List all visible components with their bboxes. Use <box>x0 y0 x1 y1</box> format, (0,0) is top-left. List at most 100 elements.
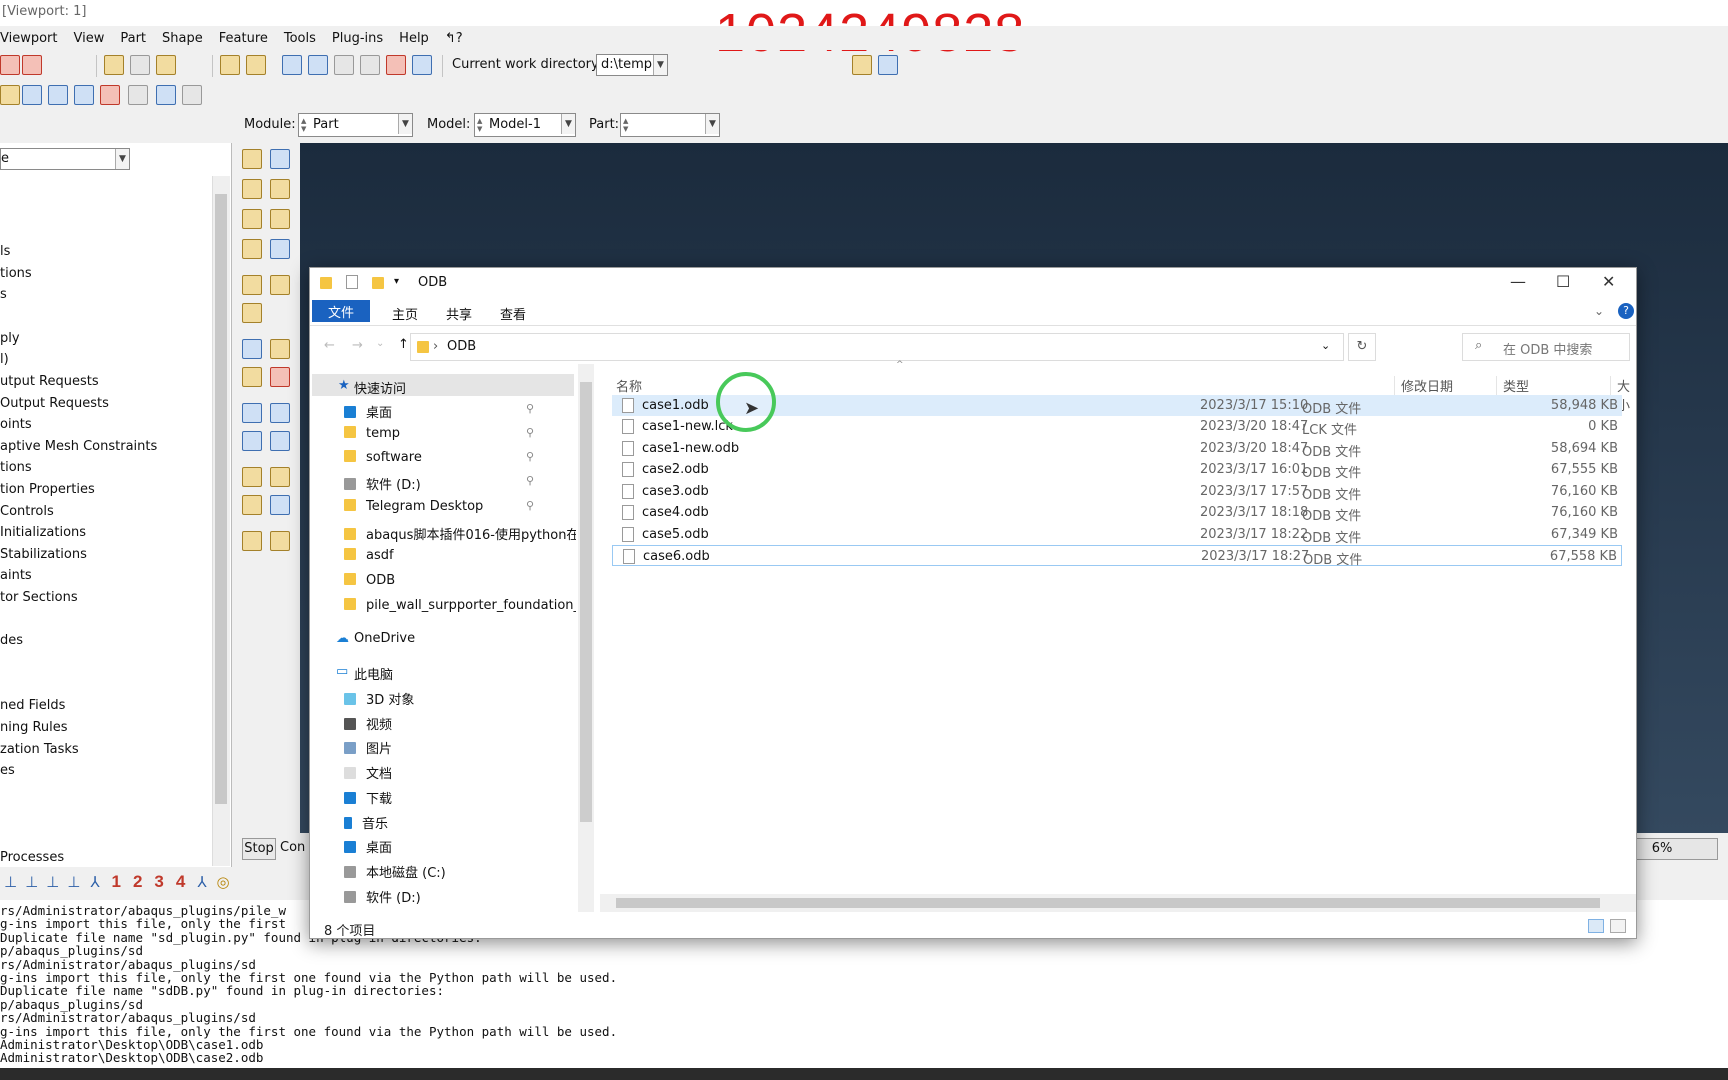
fit-view-icon[interactable] <box>386 55 406 75</box>
tree-item[interactable]: s <box>0 287 7 302</box>
revolve-icon[interactable] <box>270 179 290 199</box>
view-zx-icon[interactable]: ⊥ <box>67 873 80 891</box>
address-bar[interactable]: › ODB ⌄ <box>410 333 1344 361</box>
tab-view[interactable]: 查看 <box>488 302 538 325</box>
tree-item[interactable]: Processes <box>0 850 64 865</box>
export-icon[interactable] <box>22 55 42 75</box>
tools-icon[interactable] <box>270 495 290 515</box>
tree-item[interactable]: tions <box>0 266 32 281</box>
nav-item-downloads[interactable]: 下载 <box>344 788 392 807</box>
menu-shape[interactable]: Shape <box>154 31 211 46</box>
cut-icon[interactable] <box>270 209 290 229</box>
ribbon-expand-icon[interactable]: ⌄ <box>1594 304 1604 318</box>
triad-xyz-icon[interactable]: ⊥ <box>4 873 17 891</box>
menu-view[interactable]: View <box>66 31 113 46</box>
round-icon[interactable] <box>242 275 262 295</box>
tree-item[interactable]: Initializations <box>0 525 86 540</box>
model-select[interactable]: ▲ ▼ Model-1 ▼ <box>474 113 576 137</box>
menu-feature[interactable]: Feature <box>211 31 276 46</box>
file-row[interactable]: case4.odb 2023/3/17 18:18 ODB 文件 76,160 KB <box>612 502 1622 524</box>
file-row[interactable]: case1-new.odb 2023/3/20 18:47 ODB 文件 58,694… <box>612 438 1622 460</box>
part-select[interactable]: ▲ ▼ ▼ <box>620 113 720 137</box>
grid-list-icon[interactable] <box>182 85 202 105</box>
table-icon[interactable] <box>22 85 42 105</box>
query-icon[interactable] <box>0 85 20 105</box>
box-zoom-icon[interactable] <box>360 55 380 75</box>
nav-item-temp[interactable]: temp <box>344 426 400 441</box>
view-yz-icon[interactable]: ⊥ <box>46 873 59 891</box>
menu-tools[interactable]: Tools <box>276 31 324 46</box>
nav-item-documents[interactable]: 文档 <box>344 763 392 782</box>
shell-icon[interactable] <box>242 209 262 229</box>
search-input[interactable]: ⌕ 在 ODB 中搜索 <box>1462 333 1630 361</box>
view-shaded-icon[interactable] <box>156 55 176 75</box>
refresh-icon[interactable]: ↻ <box>1348 333 1376 361</box>
pin-icon[interactable]: ⚲ <box>526 450 534 463</box>
nav-item-software[interactable]: software <box>344 450 422 465</box>
nav-item-abaqus-plugin[interactable]: abaqus脚本插件016-使用python在任意 <box>344 524 576 543</box>
list-icon[interactable] <box>156 85 176 105</box>
properties-icon[interactable] <box>346 275 358 289</box>
tree-item[interactable]: aints <box>0 568 32 583</box>
tree-toggle-icon[interactable] <box>852 55 872 75</box>
view-iso-icon[interactable] <box>104 55 124 75</box>
nav-item-telegram[interactable]: Telegram Desktop <box>344 499 483 514</box>
view-2-button[interactable]: 2 <box>133 872 142 892</box>
convert-icon[interactable] <box>270 531 290 551</box>
tree-item[interactable]: l) <box>0 352 9 367</box>
new-folder-icon[interactable] <box>372 277 384 289</box>
part-manager-icon[interactable] <box>270 149 290 169</box>
tree-item[interactable]: aptive Mesh Constraints <box>0 439 157 454</box>
tree-item[interactable]: ning Rules <box>0 720 68 735</box>
render-style-icon[interactable]: ◎ <box>217 873 230 891</box>
upload-icon[interactable] <box>0 55 20 75</box>
continue-button[interactable]: Con <box>280 838 310 860</box>
tree-item[interactable]: tions <box>0 460 32 475</box>
cwd-select[interactable]: d:\temp ▼ <box>596 54 668 76</box>
nav-item-3d-objects[interactable]: 3D 对象 <box>344 689 414 708</box>
horizontal-scroll-thumb[interactable] <box>616 898 1600 908</box>
tree-item[interactable]: Controls <box>0 504 54 519</box>
extrude-icon[interactable] <box>242 179 262 199</box>
nav-scroll-thumb[interactable] <box>580 382 592 822</box>
repair-icon[interactable] <box>242 531 262 551</box>
nav-item-odb[interactable]: ODB <box>344 573 395 588</box>
nav-item-music[interactable]: 音乐 <box>344 813 388 832</box>
back-icon[interactable]: ← <box>324 338 335 353</box>
view-iso-triad-icon[interactable]: ⅄ <box>90 873 99 891</box>
large-icons-view-icon[interactable] <box>1610 919 1626 933</box>
pointer-icon[interactable] <box>128 85 148 105</box>
tree-item[interactable]: ls <box>0 244 10 259</box>
partition-icon[interactable] <box>270 239 290 259</box>
menu-part[interactable]: Part <box>112 31 154 46</box>
zoom-icon[interactable] <box>334 55 354 75</box>
triad-icon[interactable] <box>270 431 290 451</box>
xyz-icon[interactable] <box>242 403 262 423</box>
tree-scroll-thumb[interactable] <box>215 194 227 804</box>
view-1-button[interactable]: 1 <box>111 872 120 892</box>
tree-item[interactable]: ply <box>0 331 20 346</box>
breadcrumb-odb[interactable]: ODB <box>447 339 476 354</box>
menu-viewport[interactable]: Viewport <box>0 31 66 46</box>
triad-icon[interactable]: ⅄ <box>197 873 206 891</box>
forward-icon[interactable]: → <box>352 338 363 353</box>
create-part-icon[interactable] <box>242 149 262 169</box>
file-row[interactable]: case6.odb 2023/3/17 18:27 ODB 文件 67,558 KB <box>612 545 1622 568</box>
surface-icon[interactable] <box>270 467 290 487</box>
recent-locations-icon[interactable]: ⌄ <box>376 338 384 349</box>
module-select[interactable]: ▲ ▼ Part ▼ <box>298 113 413 137</box>
rotate-icon[interactable] <box>308 55 328 75</box>
column-header-name[interactable]: 名称 <box>616 376 642 395</box>
nav-item-videos[interactable]: 视频 <box>344 714 392 733</box>
nav-item-drive-c[interactable]: 本地磁盘 (C:) <box>344 862 446 881</box>
address-dropdown-icon[interactable]: ⌄ <box>1321 339 1330 352</box>
axis-icon[interactable] <box>270 403 290 423</box>
view-4-button[interactable]: 4 <box>176 872 185 892</box>
pin-icon[interactable]: ⚲ <box>526 499 534 512</box>
measure-icon[interactable] <box>246 55 266 75</box>
pan-icon[interactable] <box>282 55 302 75</box>
view-xy-icon[interactable]: ⊥ <box>25 873 38 891</box>
tree-item[interactable]: zation Tasks <box>0 742 79 757</box>
maximize-icon[interactable]: ☐ <box>1556 272 1570 291</box>
nav-item-asdf[interactable]: asdf <box>344 548 394 563</box>
